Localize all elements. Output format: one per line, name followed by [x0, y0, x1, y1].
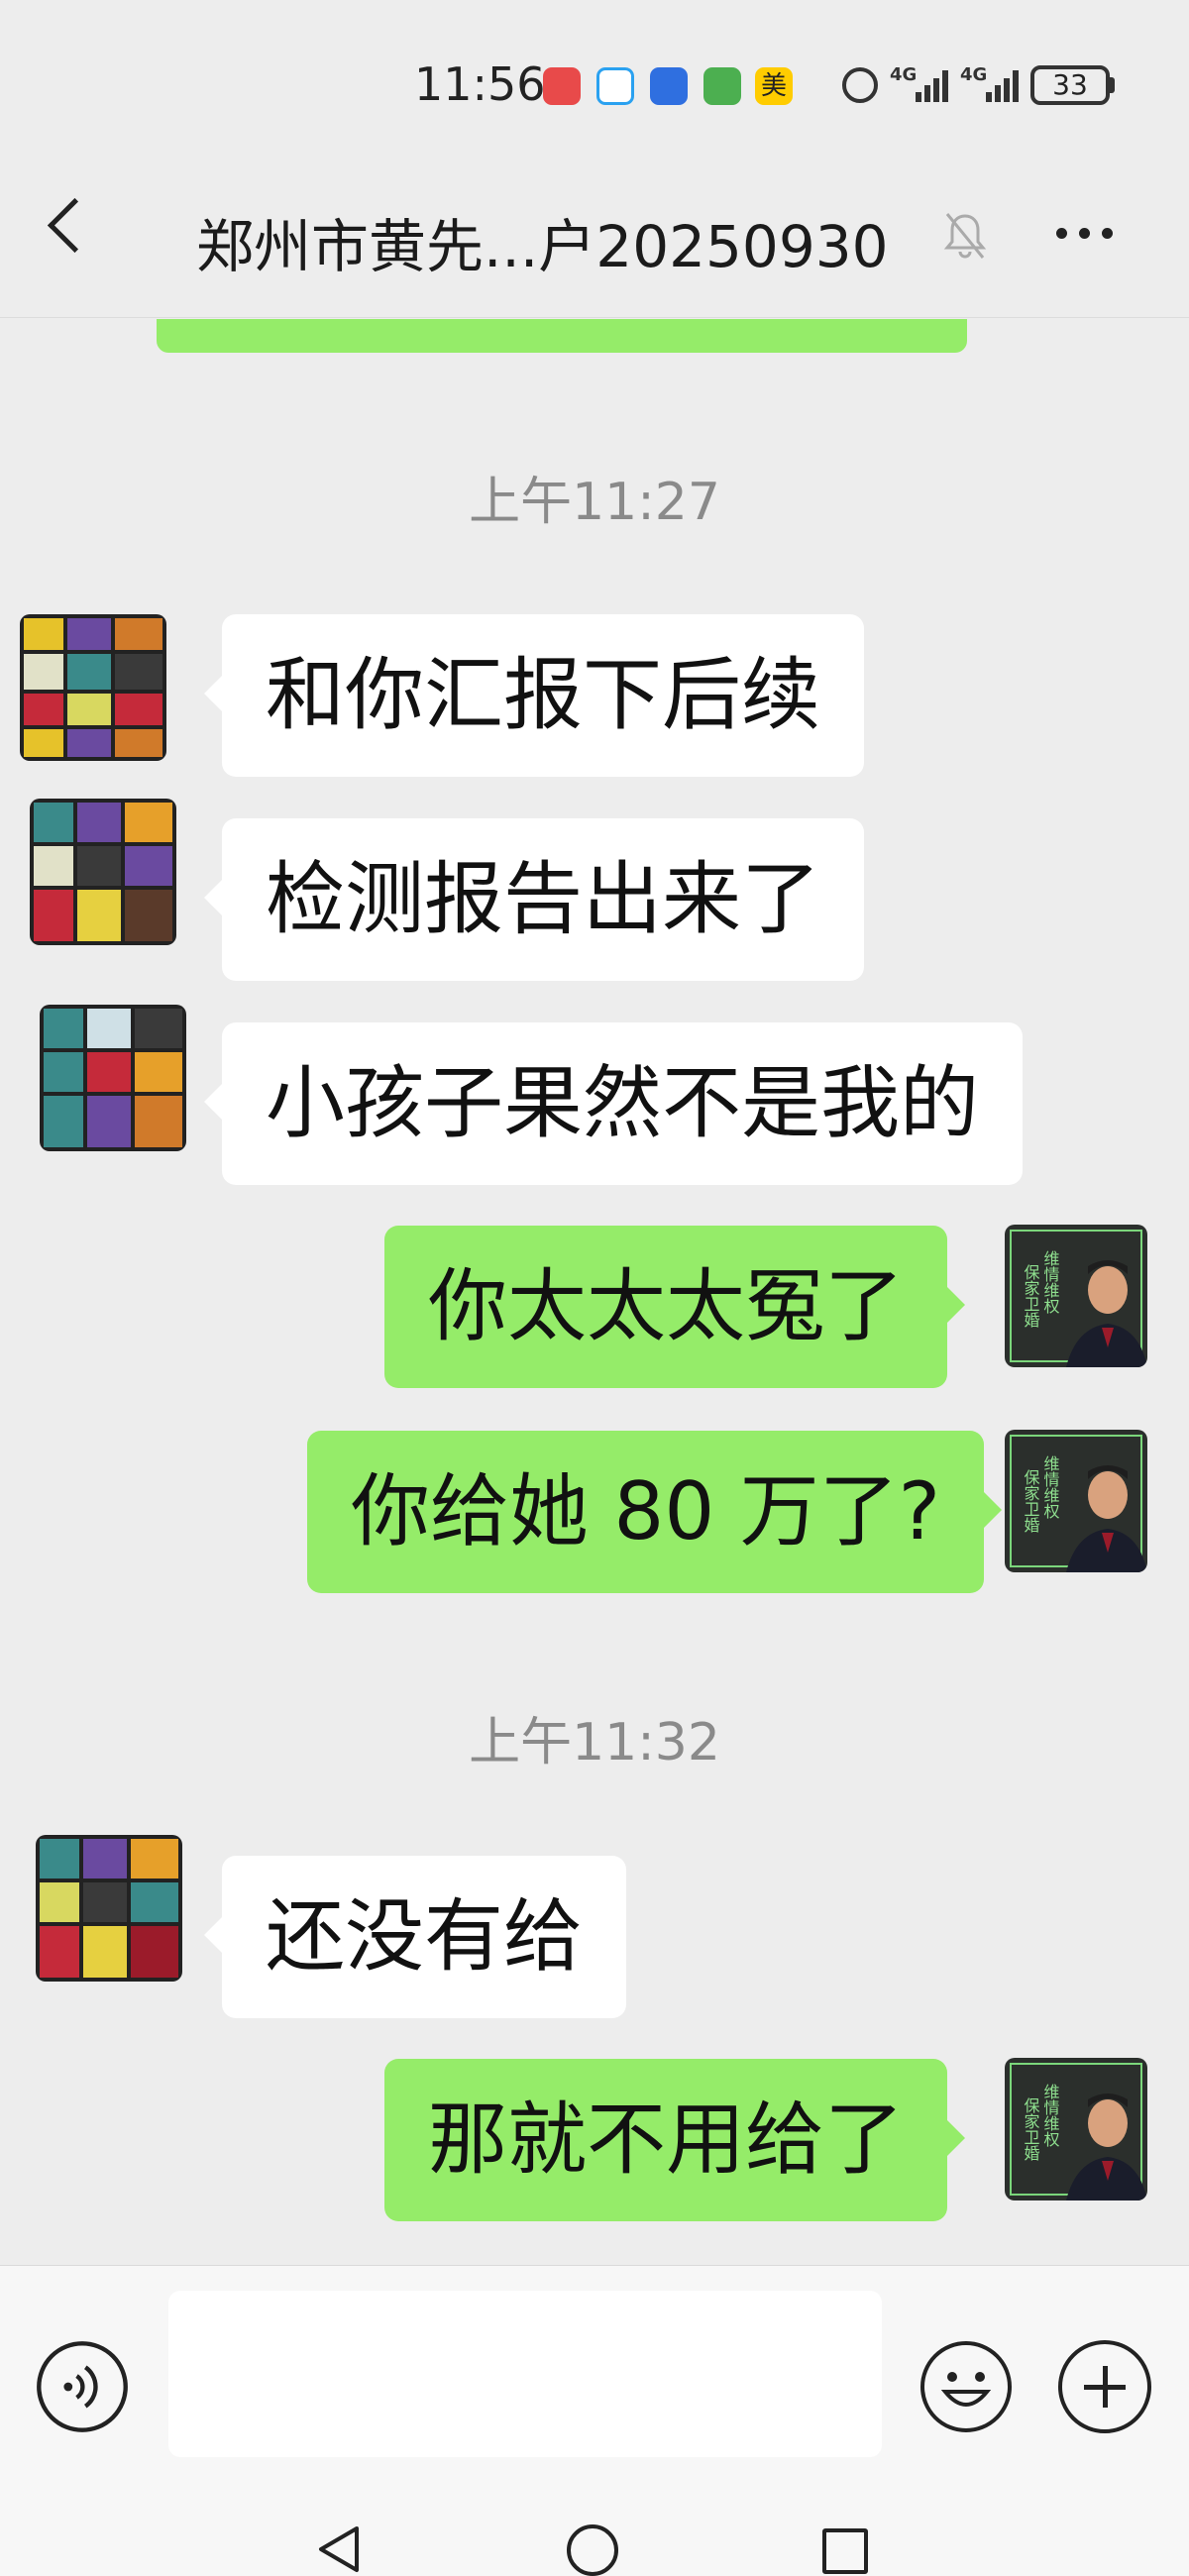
svg-text:维情维权: 维情维权	[1041, 1455, 1060, 1519]
contact-avatar[interactable]	[36, 1835, 182, 1982]
svg-text:保家卫婚: 保家卫婚	[1022, 1264, 1040, 1328]
svg-text:维情维权: 维情维权	[1041, 2084, 1060, 2147]
battery-level: 33	[1030, 65, 1110, 105]
sent-message[interactable]: 你给她 80 万了?	[307, 1431, 1003, 1593]
battery-icon: 33	[1030, 65, 1115, 105]
contact-avatar[interactable]	[30, 799, 176, 945]
chat-title: 郑州市黄先...户20250930	[196, 213, 889, 280]
my-avatar[interactable]: 维情维权 保家卫婚	[1005, 1430, 1147, 1572]
received-message[interactable]: 还没有给	[204, 1856, 626, 2018]
voice-app-icon	[650, 67, 688, 105]
previous-message-bubble	[157, 319, 967, 353]
signal-icon: 4G	[890, 64, 948, 102]
status-time: 11:56	[414, 57, 546, 111]
timestamp: 上午11:27	[469, 473, 720, 532]
sent-message[interactable]: 你太太太冤了	[384, 1226, 965, 1388]
more-icon[interactable]	[1056, 228, 1113, 239]
my-avatar[interactable]: 维情维权 保家卫婚	[1005, 1225, 1147, 1367]
sent-message[interactable]: 那就不用给了	[384, 2059, 965, 2221]
timestamp: 上午11:32	[469, 1713, 720, 1772]
message-input[interactable]	[168, 2291, 882, 2457]
signal-icon: 4G	[960, 64, 1019, 102]
received-message[interactable]: 小孩子果然不是我的	[204, 1022, 1023, 1185]
status-bar: 11:56 美 4G 4G 33	[0, 0, 1189, 168]
contact-avatar[interactable]	[20, 614, 166, 761]
emoji-icon[interactable]	[919, 2340, 1013, 2433]
svg-text:保家卫婚: 保家卫婚	[1022, 2097, 1040, 2161]
meituan-app-icon: 美	[755, 67, 793, 105]
my-avatar[interactable]: 维情维权 保家卫婚	[1005, 2058, 1147, 2200]
nfc-icon	[842, 67, 878, 103]
received-message[interactable]: 和你汇报下后续	[204, 614, 864, 777]
nav-home-icon[interactable]	[567, 2524, 618, 2576]
nav-back-icon[interactable]	[315, 2524, 365, 2574]
plus-icon[interactable]	[1058, 2340, 1151, 2433]
nav-recents-icon[interactable]	[822, 2528, 868, 2574]
sim-app-icon	[703, 67, 741, 105]
chat-app-icon	[596, 67, 634, 105]
status-indicators: 4G 4G 33	[842, 63, 1115, 107]
mute-bell-icon	[943, 213, 987, 259]
received-message[interactable]: 检测报告出来了	[204, 818, 864, 981]
huawei-app-icon	[543, 67, 581, 105]
voice-icon[interactable]	[36, 2340, 129, 2433]
svg-text:维情维权: 维情维权	[1041, 1250, 1060, 1314]
svg-text:保家卫婚: 保家卫婚	[1022, 1469, 1040, 1533]
contact-avatar[interactable]	[40, 1005, 186, 1151]
